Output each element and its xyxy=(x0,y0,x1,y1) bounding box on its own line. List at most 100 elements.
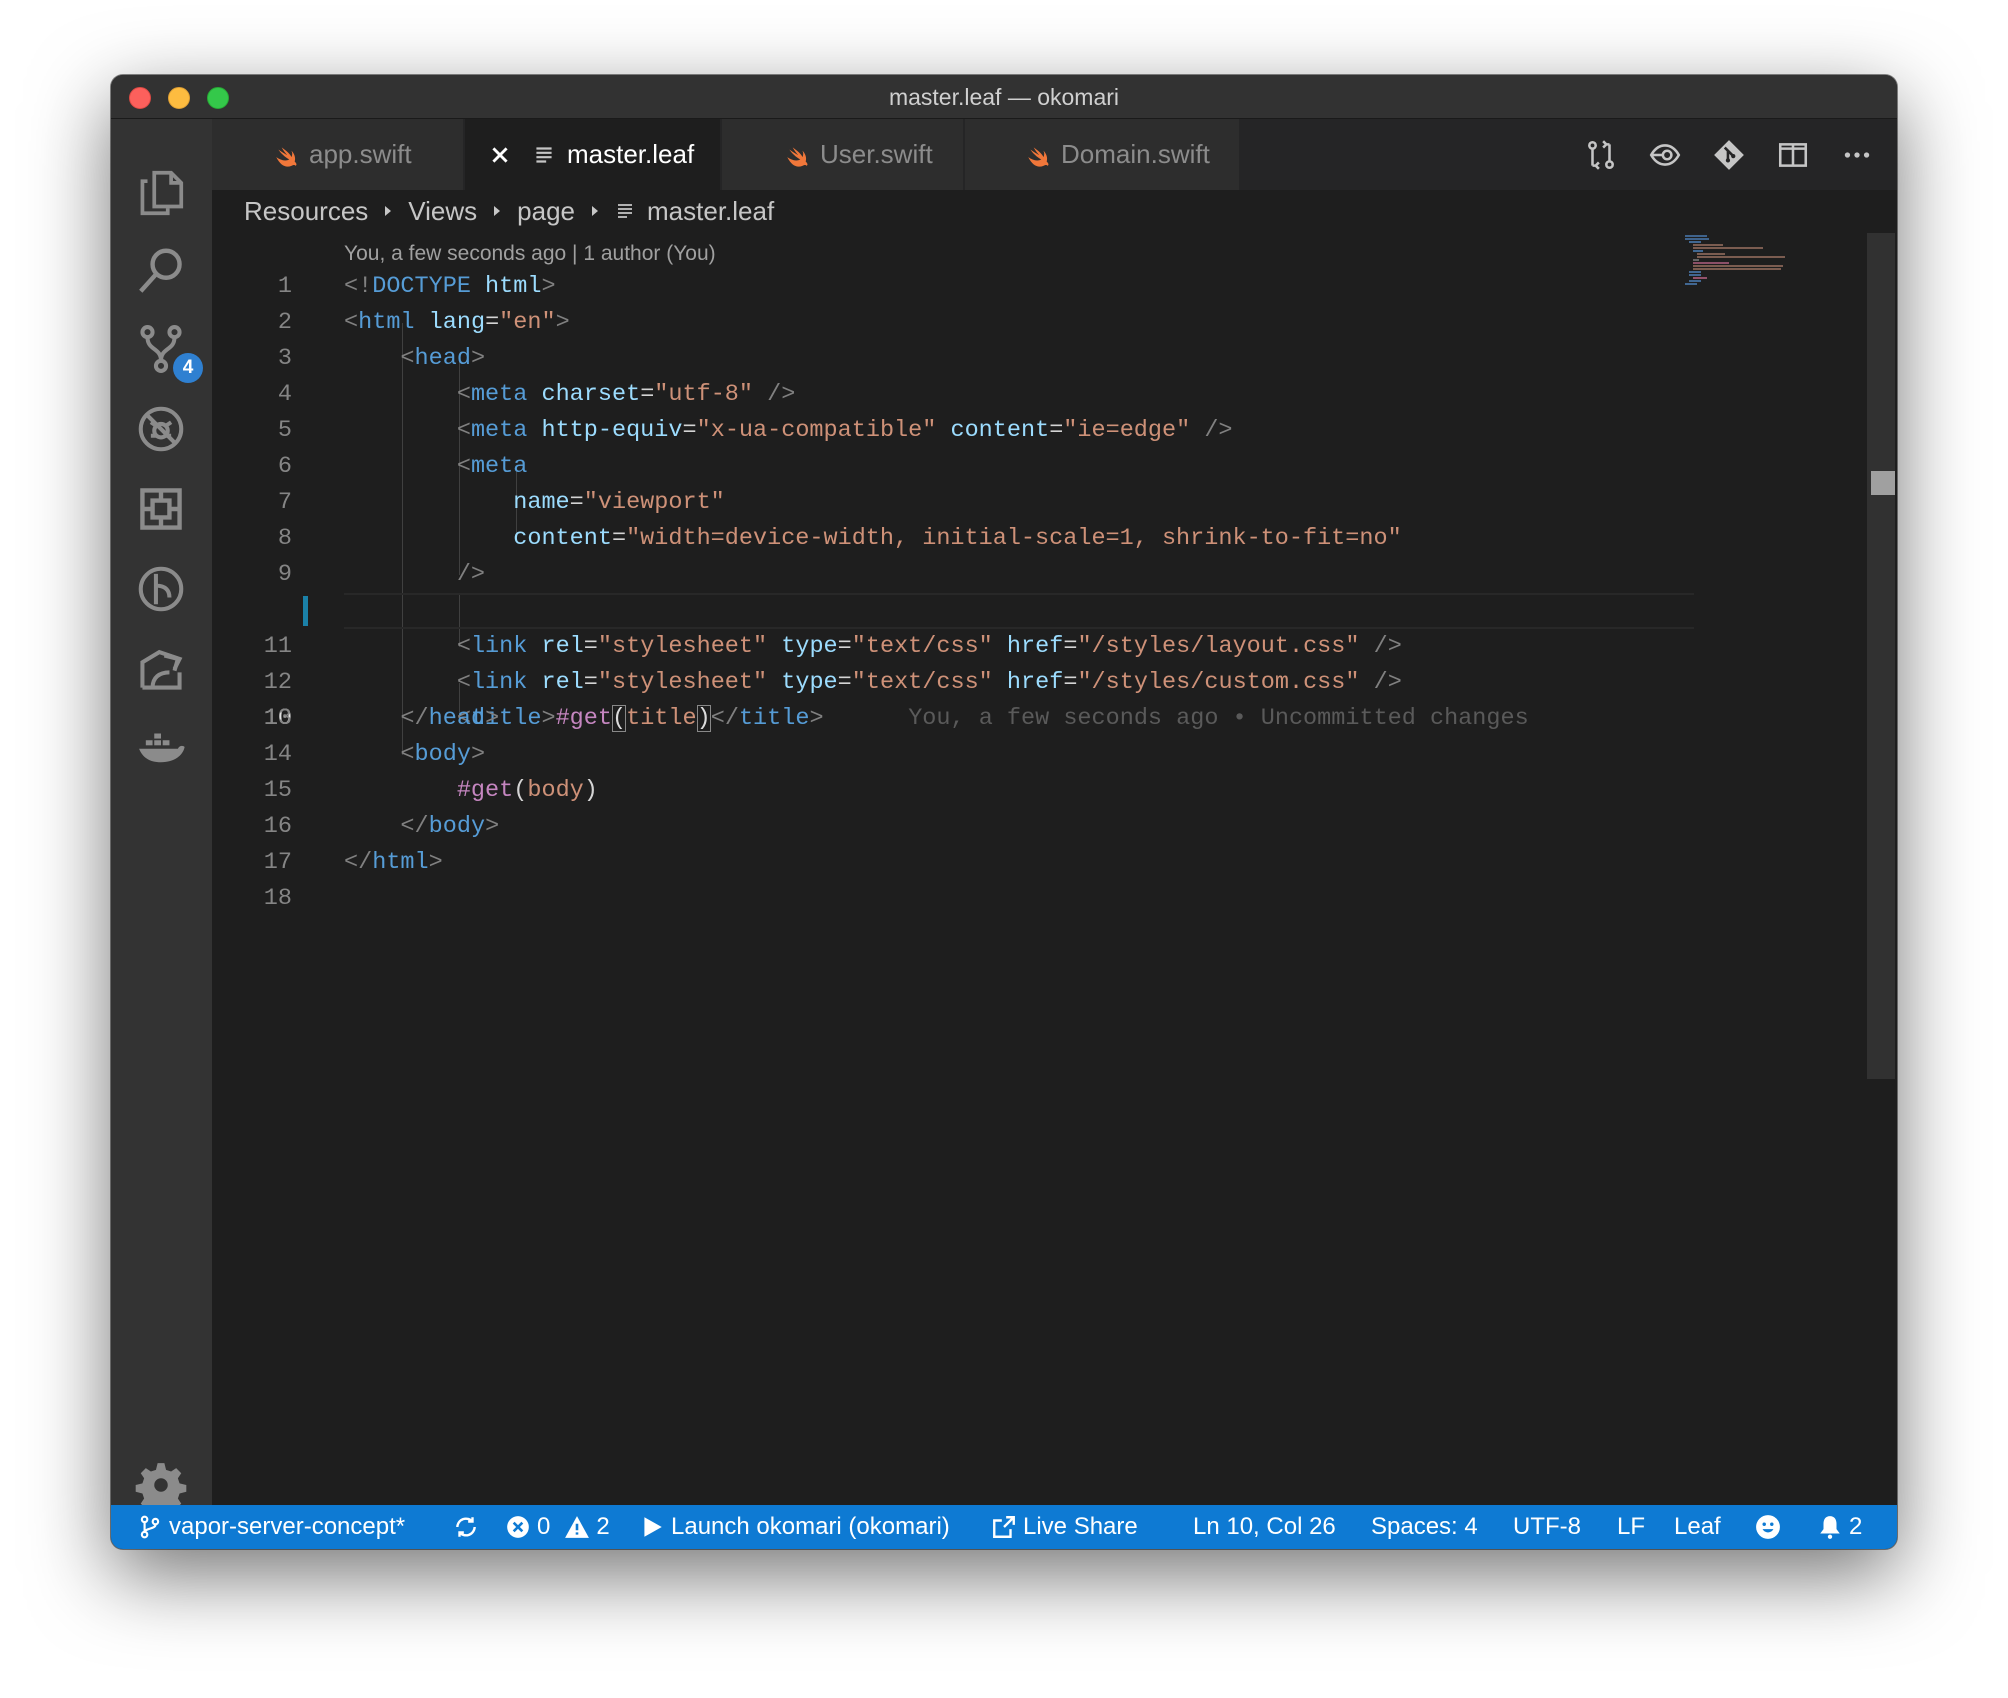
line-number: 3 xyxy=(277,345,292,372)
ellipsis-icon xyxy=(1844,151,1870,158)
line-number: 1 xyxy=(277,273,292,300)
line-number: 18 xyxy=(263,885,292,912)
tab-label: Domain.swift xyxy=(1061,139,1210,169)
status-branch[interactable]: vapor-server-concept* xyxy=(137,1505,405,1549)
tab-label: master.leaf xyxy=(567,139,695,169)
sync-icon xyxy=(456,1517,476,1537)
eol-setting[interactable]: LF xyxy=(1617,1505,1645,1549)
breadcrumb-item[interactable]: master.leaf xyxy=(647,196,774,227)
compare-changes-button[interactable] xyxy=(1569,119,1633,190)
error-icon xyxy=(507,1516,529,1538)
tab-master-leaf[interactable]: master.leaf xyxy=(465,119,720,190)
share-icon xyxy=(993,1516,1015,1538)
line-number: 17 xyxy=(263,849,292,876)
breadcrumb-item[interactable]: Resources xyxy=(244,196,368,227)
feedback-button[interactable] xyxy=(1755,1505,1787,1549)
cursor-position[interactable]: Ln 10, Col 26 xyxy=(1193,1505,1336,1549)
line-number: 15 xyxy=(263,777,292,804)
code-line: 6 <meta xyxy=(212,449,1792,485)
editor-actions xyxy=(1569,119,1889,190)
chevron-right-icon xyxy=(592,206,599,216)
vertical-scrollbar[interactable] xyxy=(1867,233,1895,1079)
source-control-icon[interactable]: 4 xyxy=(131,319,203,383)
line-number: 4 xyxy=(277,381,292,408)
line-content: <meta xyxy=(456,453,528,480)
tab-label: app.swift xyxy=(309,139,412,169)
code-line: 17 </html> xyxy=(212,845,1792,881)
sync-button[interactable] xyxy=(453,1505,485,1549)
line-content: /> xyxy=(456,561,486,588)
search-icon[interactable] xyxy=(131,241,191,301)
explorer-icon[interactable] xyxy=(131,163,191,223)
code-editor[interactable]: 1 <!DOCTYPE html> 2 <html lang="en"> 3 <he… xyxy=(212,269,1792,1505)
line-number: 14 xyxy=(263,741,292,768)
git-open-button[interactable] xyxy=(1697,119,1761,190)
line-number: 8 xyxy=(277,525,292,552)
line-content: </head> xyxy=(400,705,500,732)
launch-label: Launch okomari (okomari) xyxy=(671,1513,950,1540)
line-content: </body> xyxy=(400,813,500,840)
lines-icon xyxy=(618,204,633,218)
chevron-right-icon xyxy=(385,206,392,216)
problems-indicator[interactable]: 0 2 xyxy=(505,1505,610,1549)
toggle-blame-button[interactable] xyxy=(1633,119,1697,190)
line-number: 11 xyxy=(263,633,292,660)
line-content: <body> xyxy=(400,741,486,768)
line-content: <link rel="stylesheet" type="text/css" h… xyxy=(456,669,1402,696)
code-line: 18 xyxy=(212,881,1792,917)
more-actions-button[interactable] xyxy=(1825,119,1889,190)
live-share-label: Live Share xyxy=(1023,1513,1138,1540)
line-content: <link rel="stylesheet" type="text/css" h… xyxy=(456,633,1402,660)
docker-icon[interactable] xyxy=(131,717,191,777)
line-number: 6 xyxy=(277,453,292,480)
codelens-blame[interactable]: You, a few seconds ago | 1 author (You) xyxy=(344,239,716,269)
swift-icon xyxy=(787,146,808,167)
notification-count: 2 xyxy=(1849,1513,1863,1540)
close-icon[interactable] xyxy=(489,144,511,166)
tab-user-swift[interactable]: User.swift xyxy=(722,119,963,190)
play-icon xyxy=(644,1517,662,1537)
code-line: 9 /> xyxy=(212,557,1792,593)
remote-explorer-icon[interactable] xyxy=(131,639,191,699)
tab-bar: app.swift master.leaf User.swift Domain.… xyxy=(212,119,1897,190)
lines-icon xyxy=(536,146,552,163)
compare-icon xyxy=(1588,139,1614,170)
status-bar: vapor-server-concept* 0 2 Launch okomari… xyxy=(111,1505,1897,1549)
line-content: <!DOCTYPE html> xyxy=(344,273,556,300)
language-mode[interactable]: Leaf xyxy=(1674,1505,1721,1549)
current-code-line: 10 <title>#get(title)</title> You, a few… xyxy=(212,593,1792,732)
code-line: 8 content="width=device-width, initial-s… xyxy=(212,521,1792,557)
code-line: 15 #get(body) xyxy=(212,773,1792,809)
gitlens-icon[interactable] xyxy=(131,559,191,619)
breadcrumb-item[interactable]: page xyxy=(517,196,575,227)
line-number: 7 xyxy=(277,489,292,516)
split-editor-button[interactable] xyxy=(1761,119,1825,190)
chevron-right-icon xyxy=(494,206,501,216)
warning-count: 2 xyxy=(596,1513,610,1540)
scm-badge: 4 xyxy=(173,353,203,383)
tab-app-swift[interactable]: app.swift xyxy=(212,119,463,190)
line-number: 5 xyxy=(277,417,292,444)
extensions-icon[interactable] xyxy=(131,479,191,539)
notifications-button[interactable]: 2 xyxy=(1817,1505,1862,1549)
current-line-highlight xyxy=(344,593,1694,629)
tab-domain-swift[interactable]: Domain.swift xyxy=(965,119,1239,190)
code-line: 7 name="viewport" xyxy=(212,485,1792,521)
scrollbar-cursor-marker xyxy=(1871,471,1895,495)
launch-debug-button[interactable]: Launch okomari (okomari) xyxy=(639,1505,950,1549)
minimap[interactable] xyxy=(1681,233,1831,313)
line-content: #get(body) xyxy=(456,777,598,804)
warning-icon xyxy=(565,1516,590,1538)
vscode-window: master.leaf — okomari 4 app.swift master… xyxy=(111,75,1897,1549)
breadcrumb: Resources Views page master.leaf xyxy=(244,191,774,231)
line-number: 9 xyxy=(277,561,292,588)
git-branch-icon xyxy=(140,1515,160,1539)
error-count: 0 xyxy=(537,1513,551,1540)
line-content: </html> xyxy=(344,849,443,876)
encoding-setting[interactable]: UTF-8 xyxy=(1513,1505,1581,1549)
indentation-setting[interactable]: Spaces: 4 xyxy=(1371,1505,1478,1549)
breadcrumb-item[interactable]: Views xyxy=(408,196,477,227)
live-share-button[interactable]: Live Share xyxy=(991,1505,1138,1549)
debug-icon[interactable] xyxy=(131,399,191,459)
eye-icon xyxy=(1649,143,1681,166)
